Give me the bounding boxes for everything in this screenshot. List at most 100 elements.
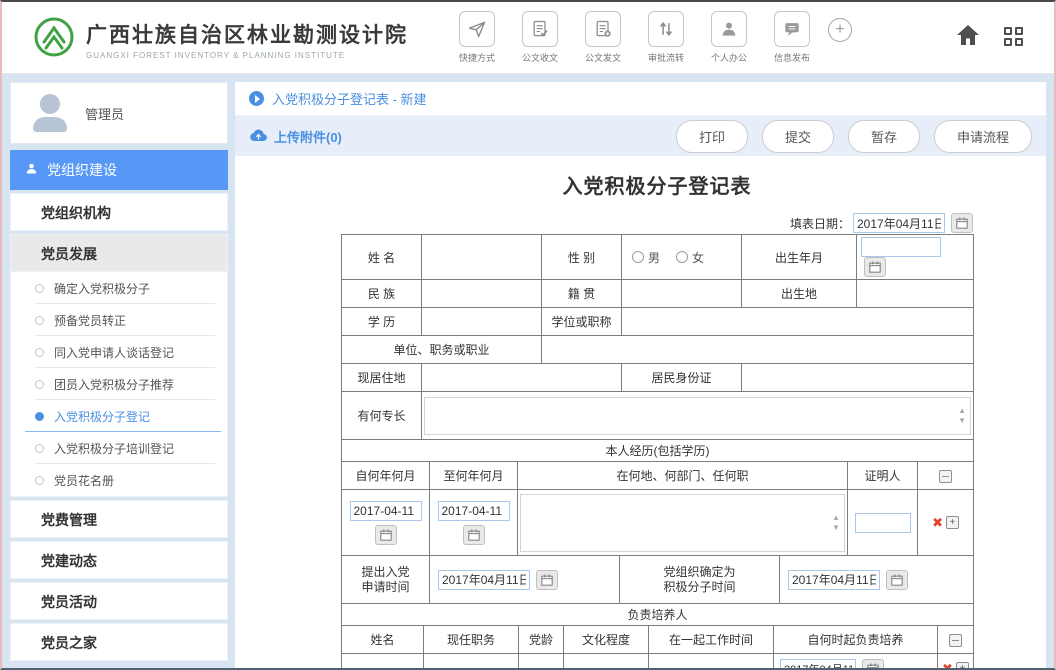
spinner-arrows-icon[interactable]: ▲▼ xyxy=(958,407,966,425)
apply-flow-button[interactable]: 申请流程 xyxy=(934,120,1032,153)
trainer-table: 负责培养人 姓名 现任职务 党龄 文化程度 在一起工作时间 自何时起负责培养 xyxy=(341,603,974,668)
unit-field-cell[interactable] xyxy=(542,336,974,364)
calendar-icon[interactable] xyxy=(886,570,908,590)
add-row-icon[interactable] xyxy=(949,634,962,647)
submenu-label: 团员入党积极分子推荐 xyxy=(54,376,174,393)
add-row-icon[interactable]: + xyxy=(956,662,969,668)
calendar-icon[interactable] xyxy=(951,213,973,233)
breadcrumb-arrow-icon xyxy=(249,91,264,106)
app-header: 广西壮族自治区林业勘测设计院 GUANGXI FOREST INVENTORY … xyxy=(2,2,1054,74)
upload-attachment-link[interactable]: 上传附件(0) xyxy=(249,127,342,146)
residence-field-cell[interactable] xyxy=(422,364,622,392)
delete-row-icon[interactable]: ✖ xyxy=(942,661,953,669)
education-field-cell[interactable] xyxy=(422,308,542,336)
ethnic-field-cell[interactable] xyxy=(422,280,542,308)
calendar-icon[interactable] xyxy=(375,525,397,545)
sidebar-item-member-development[interactable]: 党员发展 xyxy=(10,234,228,272)
add-app-icon[interactable]: + xyxy=(828,18,852,42)
sidebar-item-party-news[interactable]: 党建动态 xyxy=(10,541,228,579)
submenu-item-activist-training[interactable]: 入党积极分子培训登记 xyxy=(11,432,227,464)
exp-where-header: 在何地、何部门、任何职 xyxy=(518,462,848,490)
submenu-item-activist-registration[interactable]: 入党积极分子登记 xyxy=(11,400,227,432)
forest-logo-icon xyxy=(32,15,76,64)
id-card-field-cell[interactable] xyxy=(742,364,974,392)
calendar-icon[interactable] xyxy=(862,659,884,669)
trainer-since-header: 自何时起负责培养 xyxy=(774,626,938,654)
toolbar-item-doc-receive[interactable]: 公文收文 xyxy=(513,11,567,64)
delete-row-icon[interactable]: ✖ xyxy=(932,515,943,531)
birth-date-input[interactable] xyxy=(861,237,941,257)
sidebar-item-dues-management[interactable]: 党费管理 xyxy=(10,500,228,538)
gender-label: 性 别 xyxy=(542,235,622,280)
submenu-item-applicant-talk[interactable]: 同入党申请人谈话登记 xyxy=(11,336,227,368)
female-label: 女 xyxy=(692,249,704,266)
experience-section-title: 本人经历(包括学历) xyxy=(342,440,974,462)
birth-place-field-cell[interactable] xyxy=(857,280,974,308)
add-row-icon[interactable]: + xyxy=(946,516,959,529)
save-draft-button[interactable]: 暂存 xyxy=(848,120,920,153)
fill-date-input[interactable] xyxy=(853,213,945,233)
submenu-item-confirm-activist[interactable]: 确定入党积极分子 xyxy=(11,272,227,304)
submenu-item-member-roster[interactable]: 党员花名册 xyxy=(11,464,227,496)
toolbar-item-personal-office[interactable]: 个人办公 xyxy=(702,11,756,64)
trainer-since-input[interactable] xyxy=(780,659,856,669)
sidebar-item-member-activities[interactable]: 党员活动 xyxy=(10,582,228,620)
calendar-icon[interactable] xyxy=(864,257,886,277)
form-title: 入党积极分子登记表 xyxy=(341,170,973,199)
trainer-worktime-header: 在一起工作时间 xyxy=(649,626,774,654)
exp-from-input[interactable] xyxy=(350,501,422,521)
degree-label: 学位或职称 xyxy=(542,308,622,336)
upload-label: 上传附件(0) xyxy=(274,127,342,146)
calendar-icon[interactable] xyxy=(536,570,558,590)
avatar xyxy=(29,94,71,132)
name-label: 姓 名 xyxy=(342,235,422,280)
apply-time-input[interactable] xyxy=(438,570,530,590)
toolbar-item-info-publish[interactable]: 信息发布 xyxy=(765,11,819,64)
name-field-cell[interactable] xyxy=(422,235,542,280)
gender-radio-group: 男 女 xyxy=(626,249,737,266)
home-icon[interactable] xyxy=(956,24,980,51)
toolbar-item-shortcuts[interactable]: 快捷方式 xyxy=(450,11,504,64)
trainer-worktime-cell[interactable] xyxy=(649,654,774,669)
submenu-label: 预备党员转正 xyxy=(54,312,126,329)
education-label: 学 历 xyxy=(342,308,422,336)
degree-field-cell[interactable] xyxy=(622,308,974,336)
toolbar-item-doc-send[interactable]: 公文发文 xyxy=(576,11,630,64)
sidebar-item-party-building[interactable]: 党组织建设 xyxy=(10,150,228,190)
specialty-textarea[interactable]: ▲▼ xyxy=(424,397,971,435)
trainer-name-cell[interactable] xyxy=(342,654,424,669)
trainer-name-header: 姓名 xyxy=(342,626,424,654)
exp-where-textarea[interactable]: ▲▼ xyxy=(520,494,845,552)
exp-to-input[interactable] xyxy=(438,501,510,521)
male-radio[interactable]: 男 xyxy=(632,249,660,266)
specialty-label: 有何专长 xyxy=(342,392,422,440)
apply-time-label: 提出入党 申请时间 xyxy=(342,556,430,604)
print-button[interactable]: 打印 xyxy=(676,120,748,153)
submenu-item-league-recommendation[interactable]: 团员入党积极分子推荐 xyxy=(11,368,227,400)
trainer-section-title: 负责培养人 xyxy=(342,604,974,626)
exp-witness-input[interactable] xyxy=(855,513,911,533)
institute-logo: 广西壮族自治区林业勘测设计院 GUANGXI FOREST INVENTORY … xyxy=(32,15,408,64)
native-place-field-cell[interactable] xyxy=(622,280,742,308)
sidebar-item-party-org[interactable]: 党组织机构 xyxy=(10,193,228,231)
residence-label: 现居住地 xyxy=(342,364,422,392)
activist-time-input[interactable] xyxy=(788,570,880,590)
add-row-icon[interactable] xyxy=(939,470,952,483)
toolbar-label: 公文发文 xyxy=(576,51,630,64)
female-radio[interactable]: 女 xyxy=(676,249,704,266)
trainer-position-cell[interactable] xyxy=(424,654,519,669)
calendar-icon[interactable] xyxy=(463,525,485,545)
toolbar-label: 信息发布 xyxy=(765,51,819,64)
trainer-education-cell[interactable] xyxy=(564,654,649,669)
sidebar-item-member-home[interactable]: 党员之家 xyxy=(10,623,228,661)
grid-apps-icon[interactable] xyxy=(1004,27,1026,49)
trainer-party-age-cell[interactable] xyxy=(519,654,564,669)
trainer-party-age-header: 党龄 xyxy=(519,626,564,654)
toolbar-item-approval-flow[interactable]: 审批流转 xyxy=(639,11,693,64)
submit-button[interactable]: 提交 xyxy=(762,120,834,153)
submenu-label: 党员花名册 xyxy=(54,472,114,489)
spinner-arrows-icon[interactable]: ▲▼ xyxy=(832,514,840,532)
bullet-icon xyxy=(35,412,44,421)
submenu-item-probationary-confirmation[interactable]: 预备党员转正 xyxy=(11,304,227,336)
toolbar-label: 公文收文 xyxy=(513,51,567,64)
